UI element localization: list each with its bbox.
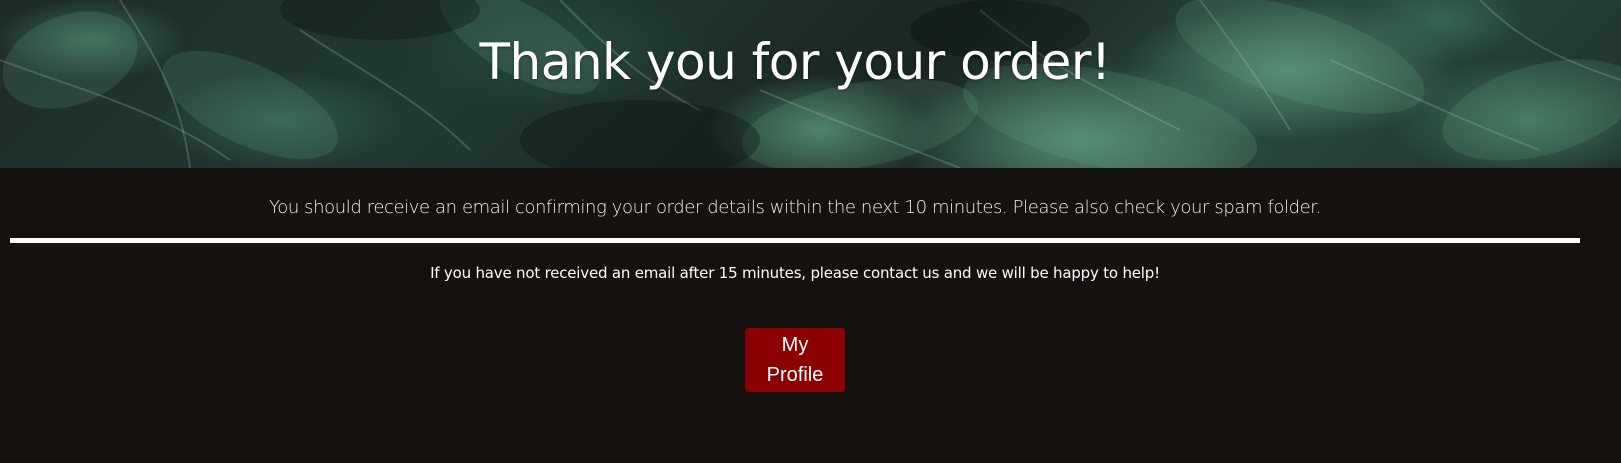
section-divider — [10, 238, 1580, 243]
my-profile-button-label: My Profile — [766, 334, 824, 386]
page-title: Thank you for your order! — [479, 33, 1111, 91]
email-confirmation-message: You should receive an email confirming y… — [269, 197, 1321, 218]
hero-banner: Thank you for your order! — [0, 0, 1621, 168]
help-message: If you have not received an email after … — [430, 264, 1160, 282]
my-profile-button[interactable]: My Profile — [745, 328, 845, 392]
